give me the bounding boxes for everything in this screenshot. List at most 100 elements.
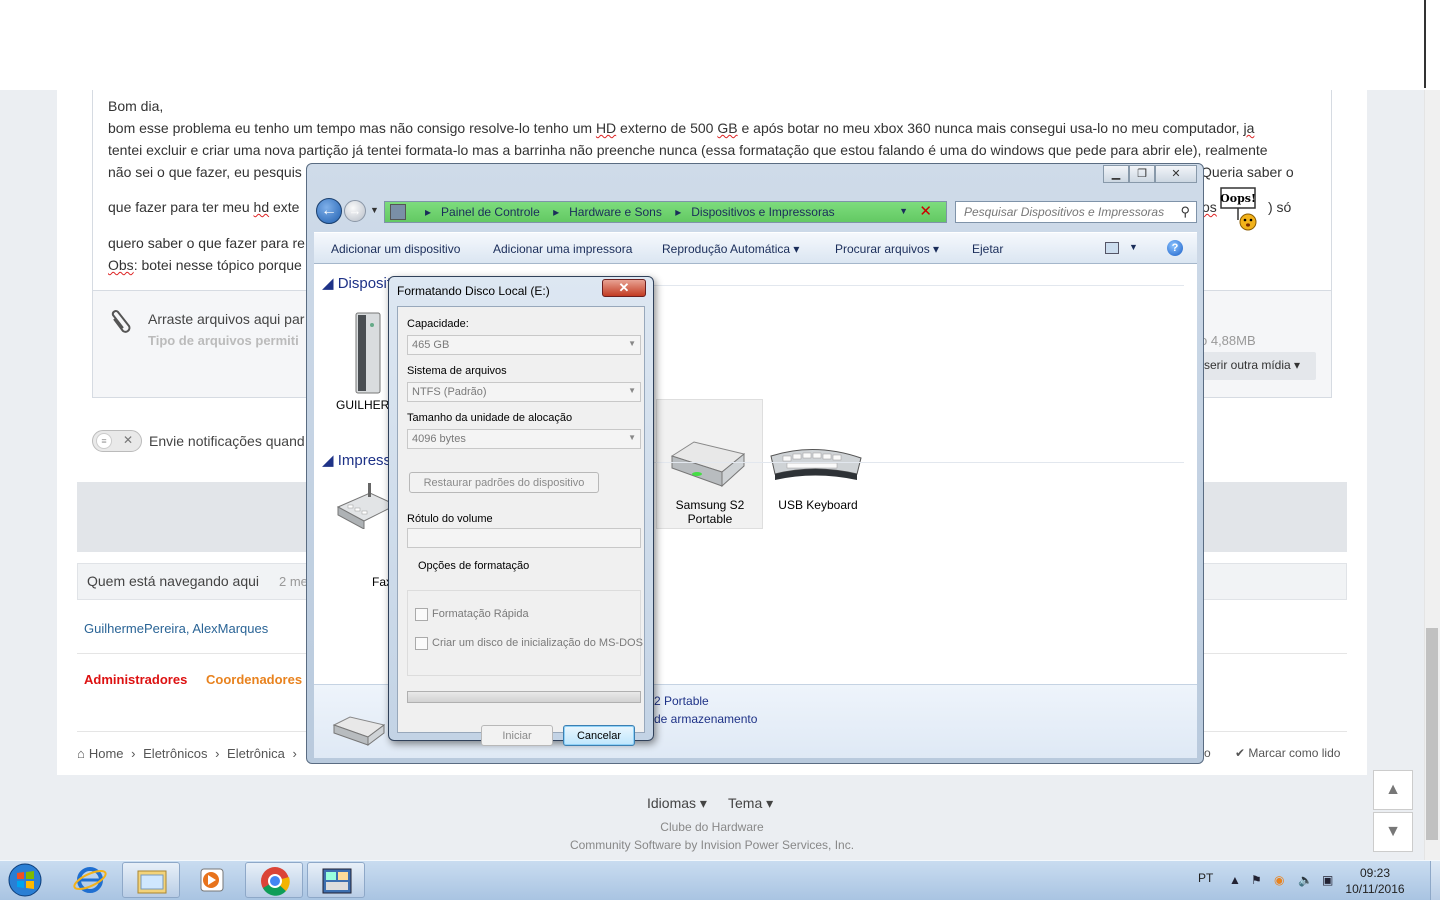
taskbar-media-player-icon[interactable] <box>183 862 241 898</box>
back-button[interactable]: ← <box>316 198 342 224</box>
taskbar-control-panel-icon[interactable] <box>307 862 365 898</box>
eject-button[interactable]: Ejetar <box>972 242 1003 256</box>
volume-label-label: Rótulo do volume <box>407 513 493 525</box>
maximize-button[interactable]: ❐ <box>1129 165 1155 183</box>
close-button[interactable]: ✕ <box>1155 165 1197 183</box>
breadcrumb-eletronica[interactable]: Eletrônica <box>227 746 285 761</box>
stop-icon[interactable]: ✕ <box>919 202 932 220</box>
search-icon[interactable]: ⚲ <box>1180 204 1190 220</box>
clock-date[interactable]: 10/11/2016 <box>1340 882 1410 896</box>
capacity-select[interactable]: 465 GB ▼ <box>407 335 641 355</box>
speaker-icon[interactable]: 🔈 <box>1298 873 1313 887</box>
search-input[interactable]: Pesquisar Dispositivos e Impressoras ⚲ <box>955 201 1197 223</box>
control-panel-icon <box>390 204 406 220</box>
allocation-label: Tamanho da unidade de alocação <box>407 412 573 424</box>
browse-files-button[interactable]: Procurar arquivos ▾ <box>835 242 939 256</box>
breadcrumb-eletronicos[interactable]: Eletrônicos <box>143 746 207 761</box>
msdos-checkbox[interactable] <box>415 637 428 650</box>
taskbar-explorer-icon[interactable] <box>122 862 180 898</box>
add-device-button[interactable]: Adicionar um dispositivo <box>331 242 460 256</box>
breadcrumb-tail: o <box>1204 746 1211 760</box>
attach-title: Arraste arquivos aqui par <box>148 311 305 327</box>
devices-section-header[interactable]: ◢ Disposit <box>322 274 391 292</box>
address-control-panel[interactable]: Painel de Controle <box>441 205 540 219</box>
cancel-button[interactable]: Cancelar <box>563 725 635 746</box>
post-line-5: que fazer para ter meu hd exte <box>108 199 300 215</box>
filesystem-label: Sistema de arquivos <box>407 365 507 377</box>
network-icon[interactable]: ▣ <box>1322 873 1333 887</box>
theme-menu[interactable]: Tema ▾ <box>728 795 773 812</box>
format-close-button[interactable]: ✕ <box>602 279 646 297</box>
external-drive-icon <box>664 434 748 493</box>
browsing-title: Quem está navegando aqui <box>87 573 260 589</box>
printers-section-header[interactable]: ◢ Impress <box>322 451 391 469</box>
legend-coordinators[interactable]: Coordenadores <box>206 672 302 687</box>
forward-button[interactable]: → <box>344 200 366 222</box>
chevron-down-icon: ▼ <box>628 339 636 348</box>
post-line-1: Bom dia, <box>108 98 164 114</box>
address-bar[interactable]: ▸ Painel de Controle ▸ Hardware e Sons ▸ Di… <box>384 201 947 223</box>
format-progress-bar <box>407 691 641 703</box>
footer-site-name: Clube do Hardware <box>660 820 764 834</box>
post-line-7: Obs: botei nesse tópico porque <box>108 257 302 273</box>
scroll-bottom-button[interactable]: ▼ <box>1373 812 1413 852</box>
language-indicator[interactable]: PT <box>1198 871 1213 885</box>
clock-time[interactable]: 09:23 <box>1340 866 1410 880</box>
taskbar-internet-explorer-icon[interactable] <box>61 862 119 898</box>
show-hidden-icons-icon[interactable]: ▲ <box>1229 873 1241 887</box>
action-center-flag-icon[interactable]: ⚑ <box>1251 873 1262 887</box>
details-device-name: 2 Portable <box>654 694 709 708</box>
address-hardware[interactable]: Hardware e Sons <box>569 205 662 219</box>
start-button[interactable]: Iniciar <box>481 725 553 746</box>
languages-menu[interactable]: Idiomas ▾ <box>647 795 707 812</box>
breadcrumb-home[interactable]: Home <box>89 746 124 761</box>
post-line-5-os: os <box>1202 199 1217 215</box>
restore-defaults-button[interactable]: Restaurar padrões do dispositivo <box>409 472 599 493</box>
allocation-select[interactable]: 4096 bytes ▼ <box>407 429 641 449</box>
post-line-5-tail: ) só <box>1268 199 1292 215</box>
online-users[interactable]: GuilhermePereira, AlexMarques <box>84 621 268 636</box>
taskbar-chrome-icon[interactable] <box>245 862 303 898</box>
avast-icon[interactable]: ◉ <box>1274 873 1284 887</box>
svg-text:Oops!: Oops! <box>1220 192 1256 205</box>
mark-read-link[interactable]: ✔ Marcar como lido <box>1235 746 1340 760</box>
chevron-down-icon: ▼ <box>628 386 636 395</box>
volume-label-input[interactable] <box>407 528 641 548</box>
help-icon[interactable]: ? <box>1167 240 1183 256</box>
view-options-icon[interactable] <box>1105 242 1119 254</box>
format-options-label: Opções de formatação <box>416 560 532 572</box>
chevron-right-icon: › <box>215 746 220 761</box>
address-devices[interactable]: Dispositivos e Impressoras <box>691 205 834 219</box>
insert-media-button[interactable]: serir outra mídia ▾ <box>1190 352 1316 380</box>
post-line-4-tail: Queria saber o <box>1201 164 1294 180</box>
recent-pages-dropdown[interactable]: ▼ <box>370 205 379 215</box>
add-printer-button[interactable]: Adicionar uma impressora <box>493 242 632 256</box>
format-dialog: Formatando Disco Local (E:) ✕ Capacidade… <box>388 276 654 746</box>
chevron-right-icon: ▸ <box>675 205 682 219</box>
minimize-button[interactable]: ▁ <box>1103 165 1129 183</box>
show-desktop-button[interactable] <box>1430 861 1440 900</box>
device-label-samsung: Samsung S2 Portable <box>675 498 745 526</box>
format-dialog-title: Formatando Disco Local (E:) <box>397 284 550 298</box>
filesystem-select[interactable]: NTFS (Padrão) ▼ <box>407 382 641 402</box>
autoplay-button[interactable]: Reprodução Automática ▾ <box>662 242 799 256</box>
command-bar: Adicionar um dispositivo Adicionar uma i… <box>314 232 1197 264</box>
address-dropdown[interactable]: ▼ <box>899 206 908 216</box>
chevron-down-icon: ▼ <box>628 433 636 442</box>
notify-toggle[interactable]: ≡ ✕ <box>92 430 142 452</box>
format-options-group: Formatação Rápida Criar um disco de inic… <box>407 590 643 676</box>
browser-scrollbar-thumb[interactable] <box>1426 628 1438 840</box>
post-line-6: quero saber o que fazer para re <box>108 235 305 251</box>
scroll-top-button[interactable]: ▲ <box>1373 770 1413 810</box>
computer-tower-icon[interactable] <box>350 309 386 398</box>
device-label-keyboard: USB Keyboard <box>778 498 858 512</box>
chevron-right-icon: ▸ <box>425 205 432 219</box>
breadcrumb: ⌂ Home › Eletrônicos › Eletrônica › <box>77 746 301 761</box>
capacity-label: Capacidade: <box>407 318 469 330</box>
footer-software: Community Software by Invision Power Ser… <box>569 838 855 852</box>
view-dropdown[interactable]: ▼ <box>1129 242 1138 252</box>
start-button[interactable] <box>3 862 47 898</box>
quick-format-checkbox[interactable] <box>415 608 428 621</box>
legend-admins[interactable]: Administradores <box>84 672 187 687</box>
keyboard-icon[interactable] <box>765 444 865 487</box>
